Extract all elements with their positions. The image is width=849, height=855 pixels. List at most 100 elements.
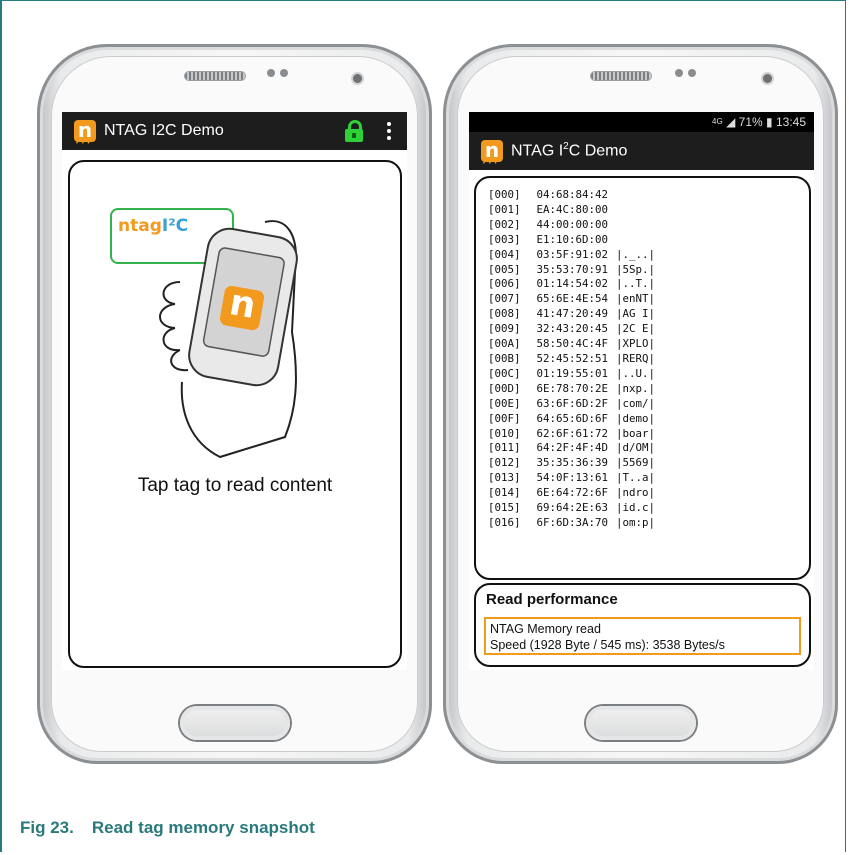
memory-row: [006] 01:14:54:02 |..T.| bbox=[488, 277, 655, 292]
figure-title: Read tag memory snapshot bbox=[91, 818, 315, 837]
memory-ascii: |d/OM| bbox=[616, 441, 656, 455]
memory-address: [000] bbox=[488, 188, 521, 201]
memory-address: [012] bbox=[488, 456, 521, 470]
memory-hex: EA:4C:80:00 bbox=[536, 202, 609, 216]
memory-row: [008] 41:47:20:49 |AG I| bbox=[488, 307, 655, 322]
memory-address: [014] bbox=[488, 486, 521, 500]
memory-hex: 64:2F:4F:4D bbox=[536, 441, 609, 455]
lock-icon[interactable] bbox=[345, 120, 363, 142]
read-performance-card: Read performance NTAG Memory read Speed … bbox=[474, 583, 811, 667]
memory-ascii: |XPLO| bbox=[616, 337, 656, 351]
memory-address: [004] bbox=[488, 247, 521, 261]
memory-address: [00C] bbox=[488, 366, 521, 380]
app-bar: n • • • NTAG I2C Demo bbox=[62, 112, 407, 150]
right-phone: 4G ◢ 71% ▮ 13:45 n • • • NTAG I2C Demo [0… bbox=[443, 44, 838, 764]
memory-address: [005] bbox=[488, 262, 521, 276]
memory-address: [010] bbox=[488, 426, 521, 440]
memory-row: [005] 35:53:70:91 |5Sp.| bbox=[488, 263, 655, 278]
memory-ascii: |RERQ| bbox=[616, 351, 656, 365]
phone-screen-logo-icon: n bbox=[218, 282, 266, 332]
memory-hex: 62:6F:61:72 bbox=[536, 426, 609, 440]
app-title: NTAG I2C Demo bbox=[511, 141, 628, 160]
memory-hex: 04:68:84:42 bbox=[536, 188, 609, 201]
memory-row: [014] 6E:64:72:6F |ndro| bbox=[488, 486, 655, 501]
app-title: NTAG I2C Demo bbox=[104, 122, 224, 139]
memory-row: [016] 6F:6D:3A:70 |om:p| bbox=[488, 516, 655, 531]
memory-ascii: |T..a| bbox=[616, 471, 656, 485]
home-button[interactable] bbox=[179, 706, 290, 740]
memory-hex: 6F:6D:3A:70 bbox=[536, 515, 609, 529]
memory-hex: 64:65:6D:6F bbox=[536, 411, 609, 425]
memory-ascii: |5Sp.| bbox=[616, 262, 656, 276]
perf-line-1: NTAG Memory read bbox=[490, 622, 601, 636]
memory-ascii: |._..| bbox=[616, 247, 656, 261]
memory-address: [011] bbox=[488, 441, 521, 455]
memory-ascii: |boar| bbox=[616, 426, 656, 440]
memory-row: [00B] 52:45:52:51 |RERQ| bbox=[488, 352, 655, 367]
memory-row: [011] 64:2F:4F:4D |d/OM| bbox=[488, 441, 655, 456]
content-card: ntagI²C n Tap tag to read content bbox=[68, 160, 402, 668]
memory-hex: 01:14:54:02 bbox=[536, 277, 609, 291]
memory-address: [00B] bbox=[488, 351, 521, 365]
memory-row: [002] 44:00:00:00 bbox=[488, 218, 655, 233]
memory-ascii: |id.c| bbox=[616, 501, 656, 515]
signal-icon: ◢ bbox=[726, 115, 736, 129]
sensor-icon bbox=[675, 69, 683, 77]
memory-hex: 35:35:36:39 bbox=[536, 456, 609, 470]
memory-address: [00F] bbox=[488, 411, 521, 425]
hand-holding-phone-illustration bbox=[159, 220, 298, 459]
memory-address: [015] bbox=[488, 501, 521, 515]
memory-ascii: |5569| bbox=[616, 456, 656, 470]
memory-hex: 6E:64:72:6F bbox=[536, 486, 609, 500]
overflow-menu-icon[interactable] bbox=[387, 122, 391, 140]
memory-row: [00F] 64:65:6D:6F |demo| bbox=[488, 412, 655, 427]
figure-caption: Fig 23. Read tag memory snapshot bbox=[20, 818, 315, 838]
memory-ascii: |2C E| bbox=[616, 322, 656, 336]
memory-address: [008] bbox=[488, 307, 521, 321]
tap-message: Tap tag to read content bbox=[137, 475, 333, 496]
memory-ascii: |AG I| bbox=[616, 307, 656, 321]
perf-title: Read performance bbox=[486, 591, 618, 608]
figure-number: Fig 23. bbox=[20, 818, 74, 837]
memory-ascii: |nxp.| bbox=[616, 381, 656, 395]
memory-row: [001] EA:4C:80:00 bbox=[488, 203, 655, 218]
memory-hex: 69:64:2E:63 bbox=[536, 501, 609, 515]
memory-address: [002] bbox=[488, 217, 521, 231]
memory-row: [000] 04:68:84:42 bbox=[488, 188, 655, 203]
memory-hex: 65:6E:4E:54 bbox=[536, 292, 609, 306]
memory-address: [006] bbox=[488, 277, 521, 291]
app-logo-icon: n • • • bbox=[74, 118, 96, 147]
memory-hex: 03:5F:91:02 bbox=[536, 247, 609, 261]
memory-address: [00A] bbox=[488, 337, 521, 351]
speaker-grille bbox=[590, 72, 651, 80]
perf-line-2: Speed (1928 Byte / 545 ms): 3538 Bytes/s bbox=[490, 638, 725, 652]
battery-percent: 71% bbox=[738, 115, 763, 129]
memory-hex: 63:6F:6D:2F bbox=[536, 396, 609, 410]
memory-ascii: |enNT| bbox=[616, 292, 656, 306]
home-button[interactable] bbox=[585, 706, 696, 740]
memory-address: [00D] bbox=[488, 381, 521, 395]
clock: 13:45 bbox=[775, 115, 806, 129]
memory-address: [016] bbox=[488, 515, 521, 529]
sensor-icon bbox=[280, 69, 288, 77]
memory-address: [003] bbox=[488, 232, 521, 246]
memory-ascii: |..U.| bbox=[616, 366, 656, 380]
memory-dump-list: [000] 04:68:84:42 [001] EA:4C:80:00 [002] 44:… bbox=[488, 188, 655, 531]
memory-ascii: |..T.| bbox=[616, 277, 656, 291]
app-logo-icon: n • • • bbox=[481, 138, 503, 167]
memory-row: [00D] 6E:78:70:2E |nxp.| bbox=[488, 382, 655, 397]
front-camera-icon bbox=[353, 74, 362, 83]
app-bar: n • • • NTAG I2C Demo bbox=[469, 132, 814, 170]
right-screen: 4G ◢ 71% ▮ 13:45 n • • • NTAG I2C Demo [0… bbox=[469, 112, 814, 670]
network-label: 4G bbox=[712, 117, 723, 126]
memory-address: [007] bbox=[488, 292, 521, 306]
sensor-icon bbox=[688, 69, 696, 77]
memory-address: [001] bbox=[488, 202, 521, 216]
memory-row: [00A] 58:50:4C:4F |XPLO| bbox=[488, 337, 655, 352]
memory-row: [009] 32:43:20:45 |2C E| bbox=[488, 322, 655, 337]
perf-result: NTAG Memory read Speed (1928 Byte / 545 … bbox=[484, 617, 801, 655]
sensor-icon bbox=[267, 69, 275, 77]
memory-hex: 52:45:52:51 bbox=[536, 351, 609, 365]
battery-icon: ▮ bbox=[766, 115, 773, 129]
status-bar: 4G ◢ 71% ▮ 13:45 bbox=[469, 112, 814, 132]
